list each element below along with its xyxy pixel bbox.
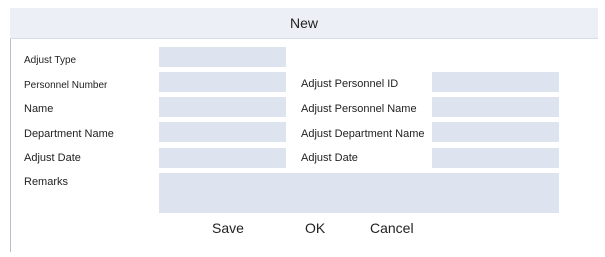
- adjust-department-name-field[interactable]: [432, 122, 559, 142]
- department-name-field[interactable]: [159, 122, 286, 142]
- dialog-title: New: [10, 8, 598, 39]
- save-button[interactable]: Save: [212, 220, 244, 236]
- adjust-department-name-label: Adjust Department Name: [301, 128, 425, 140]
- remarks-label: Remarks: [24, 176, 69, 188]
- adjust-personnel-name-label: Adjust Personnel Name: [301, 103, 417, 115]
- adjust-date-label: Adjust Date: [24, 152, 81, 164]
- remarks-field[interactable]: [159, 173, 559, 213]
- adjust-personnel-name-field[interactable]: [432, 97, 559, 117]
- adjust-date-right-label: Adjust Date: [301, 152, 358, 164]
- adjust-date-field[interactable]: [159, 148, 286, 168]
- adjust-date-right-field[interactable]: [432, 148, 559, 168]
- adjust-type-field[interactable]: [159, 47, 286, 67]
- personnel-number-field[interactable]: [159, 72, 286, 92]
- personnel-number-label: Personnel Number: [24, 80, 108, 91]
- department-name-label: Department Name: [24, 128, 114, 140]
- adjust-type-label: Adjust Type: [24, 55, 77, 66]
- adjust-personnel-id-field[interactable]: [432, 72, 559, 92]
- ok-button[interactable]: OK: [305, 220, 325, 236]
- name-label: Name: [24, 103, 54, 115]
- new-dialog: New Adjust Type Personnel Number Name De…: [10, 8, 598, 252]
- cancel-button[interactable]: Cancel: [370, 220, 414, 236]
- dialog-left-border: [10, 39, 11, 252]
- name-field[interactable]: [159, 97, 286, 117]
- adjust-personnel-id-label: Adjust Personnel ID: [301, 78, 399, 90]
